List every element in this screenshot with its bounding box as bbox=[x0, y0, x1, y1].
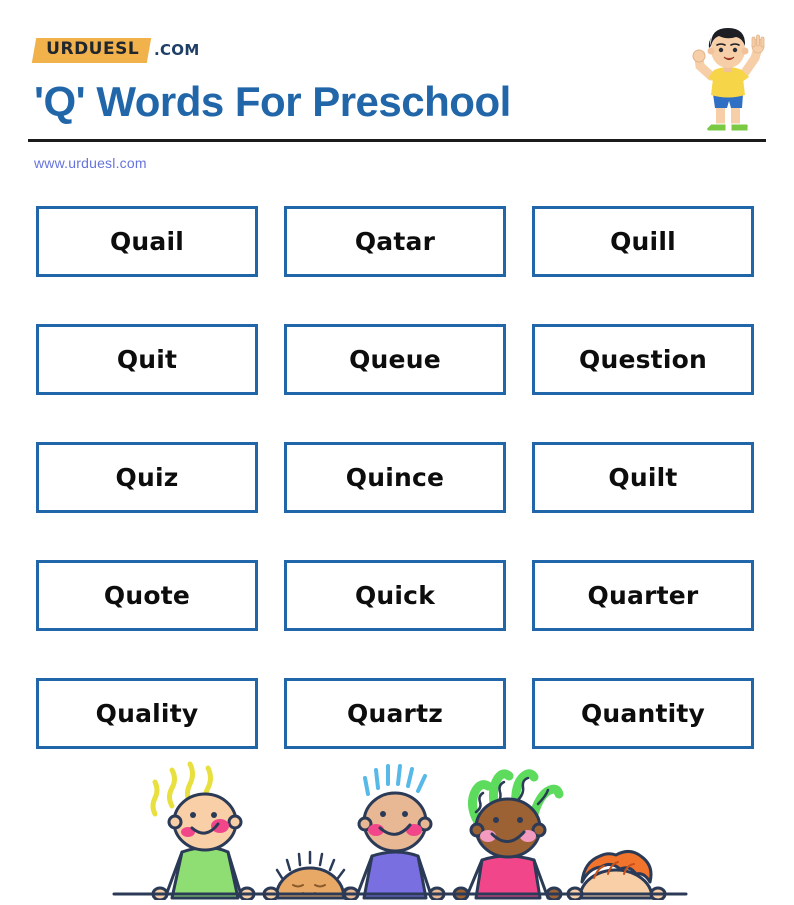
word-box[interactable]: Quail bbox=[36, 206, 258, 277]
word-box[interactable]: Quick bbox=[284, 560, 506, 631]
word-row: Quality Quartz Quantity bbox=[36, 678, 758, 749]
word-row: Quiz Quince Quilt bbox=[36, 442, 758, 513]
word-box[interactable]: Quince bbox=[284, 442, 506, 513]
word-row: Quit Queue Question bbox=[36, 324, 758, 395]
word-label: Quartz bbox=[347, 699, 443, 728]
word-box[interactable]: Quiz bbox=[36, 442, 258, 513]
logo-tld-text: .COM bbox=[154, 41, 200, 59]
logo-banner: URDUESL bbox=[31, 37, 152, 63]
word-label: Quarter bbox=[587, 581, 699, 610]
word-box[interactable]: Quote bbox=[36, 560, 258, 631]
word-label: Quick bbox=[354, 581, 436, 610]
doodle-children-icon bbox=[110, 760, 690, 902]
word-box[interactable]: Quartz bbox=[284, 678, 506, 749]
word-label: Qatar bbox=[354, 227, 436, 256]
word-label: Quill bbox=[610, 227, 676, 256]
word-label: Quiz bbox=[115, 463, 179, 492]
page-title: 'Q' Words For Preschool bbox=[34, 78, 511, 125]
word-row: Quail Qatar Quill bbox=[36, 206, 758, 277]
word-box[interactable]: Queue bbox=[284, 324, 506, 395]
logo-brand-text: URDUESL bbox=[46, 38, 140, 59]
word-box[interactable]: Qatar bbox=[284, 206, 506, 277]
word-box[interactable]: Question bbox=[532, 324, 754, 395]
word-label: Quote bbox=[103, 581, 191, 610]
word-label: Quilt bbox=[608, 463, 678, 492]
cartoon-boy-icon bbox=[680, 22, 776, 138]
word-box[interactable]: Quarter bbox=[532, 560, 754, 631]
word-box[interactable]: Quilt bbox=[532, 442, 754, 513]
word-label: Quantity bbox=[580, 699, 706, 728]
word-label: Quail bbox=[109, 227, 185, 256]
word-row: Quote Quick Quarter bbox=[36, 560, 758, 631]
site-url: www.urduesl.com bbox=[34, 155, 147, 171]
word-label: Quality bbox=[95, 699, 199, 728]
word-label: Queue bbox=[349, 345, 441, 374]
header-divider bbox=[28, 139, 766, 142]
word-box[interactable]: Quit bbox=[36, 324, 258, 395]
word-label: Question bbox=[579, 345, 707, 374]
site-logo: URDUESL .COM bbox=[31, 36, 200, 64]
worksheet-header: URDUESL .COM 'Q' Words For Preschool www… bbox=[0, 0, 794, 171]
word-label: Quince bbox=[345, 463, 445, 492]
word-box[interactable]: Quantity bbox=[532, 678, 754, 749]
word-box[interactable]: Quality bbox=[36, 678, 258, 749]
word-label: Quit bbox=[116, 345, 178, 374]
word-box[interactable]: Quill bbox=[532, 206, 754, 277]
word-grid: Quail Qatar Quill Quit Queue Question Qu… bbox=[36, 206, 758, 749]
